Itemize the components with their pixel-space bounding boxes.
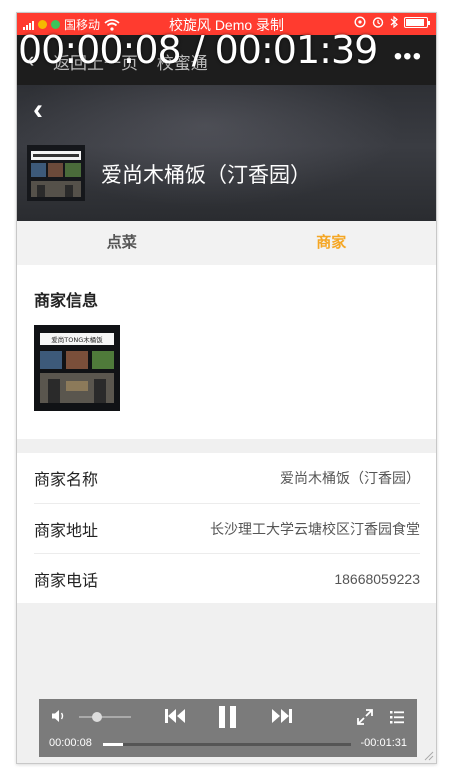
status-right	[354, 16, 430, 28]
seek-bar[interactable]	[103, 743, 351, 746]
detail-value: 爱尚木桶饭（汀香园）	[280, 470, 420, 486]
bluetooth-icon	[390, 16, 398, 28]
store-name-heading: 爱尚木桶饭（汀香园）	[101, 164, 311, 187]
more-options-icon[interactable]: •••	[394, 43, 422, 71]
detail-row-address[interactable]: 商家地址 长沙理工大学云塘校区汀香园食堂	[34, 503, 420, 553]
merchant-info-card: 商家信息 爱尚TONG木桶饭	[17, 265, 436, 439]
skip-forward-icon[interactable]	[270, 705, 294, 727]
detail-label: 商家电话	[34, 572, 99, 590]
playlist-icon[interactable]	[389, 709, 405, 725]
detail-row-phone[interactable]: 商家电话 18668059223	[34, 553, 420, 603]
video-player-controls: 00:00:08 -00:01:31	[39, 699, 417, 757]
tab-menu[interactable]: 点菜	[17, 221, 227, 265]
detail-value: 18668059223	[334, 570, 420, 587]
volume-icon[interactable]	[51, 708, 67, 724]
volume-slider[interactable]	[79, 716, 131, 718]
merchant-details-list: 商家名称 爱尚木桶饭（汀香园） 商家地址 长沙理工大学云塘校区汀香园食堂 商家电…	[17, 453, 436, 603]
detail-label: 商家名称	[34, 472, 99, 489]
photo-sign-text: 爱尚TONG木桶饭	[51, 335, 103, 344]
detail-label: 商家地址	[34, 522, 99, 540]
battery-icon	[404, 16, 430, 28]
elapsed-time: 00:00:08	[49, 737, 92, 749]
volume-slider-knob[interactable]	[92, 712, 103, 722]
battery-fill	[406, 18, 424, 26]
seek-bar-progress	[103, 743, 123, 746]
store-header: ‹ 爱尚木桶饭（汀香园）	[17, 85, 436, 221]
detail-value: 长沙理工大学云塘校区汀香园食堂	[210, 520, 420, 537]
screen-lock-icon	[354, 16, 366, 28]
fullscreen-icon[interactable]	[357, 709, 373, 725]
pause-icon[interactable]	[217, 705, 239, 729]
back-icon[interactable]: ‹	[33, 93, 43, 127]
resize-grip-icon[interactable]	[422, 749, 434, 761]
remaining-time: -00:01:31	[360, 737, 407, 749]
tab-merchant[interactable]: 商家	[227, 221, 437, 265]
alarm-icon	[372, 17, 384, 28]
recording-timestamp: 00:00:08 / 00:01:39	[18, 28, 378, 72]
merchant-info-title: 商家信息	[34, 293, 99, 310]
merchant-photo[interactable]: 爱尚TONG木桶饭	[34, 325, 120, 411]
skip-back-icon[interactable]	[163, 705, 187, 727]
app-window: 国移动 校旋风 Demo 录制 ‹ 返回上一页 校蜜通 ••• ‹ 爱尚木桶饭（…	[16, 12, 437, 764]
store-thumbnail	[27, 145, 85, 201]
tab-bar: 点菜 商家	[17, 221, 436, 265]
detail-row-name: 商家名称 爱尚木桶饭（汀香园）	[34, 453, 420, 503]
